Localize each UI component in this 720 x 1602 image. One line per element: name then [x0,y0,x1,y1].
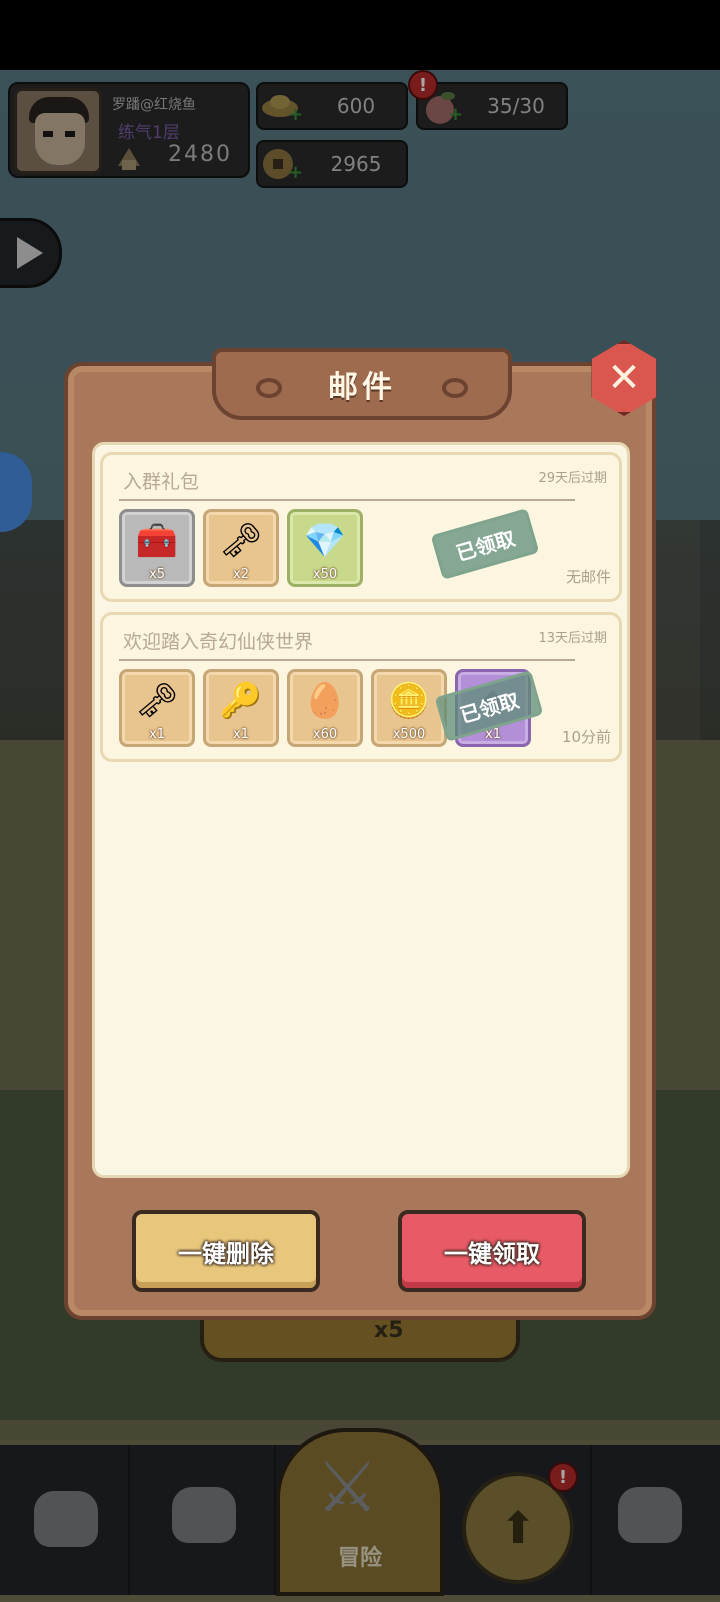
claim-all-button[interactable]: 一键领取 [398,1210,586,1292]
crystal-icon: 💎 [303,520,347,561]
reward-item[interactable]: 🔑 x1 [203,669,279,747]
mail-item[interactable]: 入群礼包 29天后过期 🧰 x5 🗝 x2 💎 x50 已领取 无邮件 [100,452,622,602]
lock-icon [172,1487,236,1543]
close-icon: ✕ [607,355,641,401]
lock-icon [618,1487,682,1543]
nav-slot-2[interactable] [130,1445,276,1595]
item-count: x500 [392,727,426,742]
item-count: x1 [149,727,165,742]
avatar[interactable] [14,88,102,174]
mail-item[interactable]: 欢迎踏入奇幻仙侠世界 13天后过期 🗝 x1 🔑 x1 🥚 x60 🪙 x500… [100,612,622,762]
nav-slot-1[interactable] [0,1445,130,1595]
stamina-resource[interactable]: + 35/30 [416,82,568,130]
reward-item[interactable]: 💎 x50 [287,509,363,587]
play-icon [17,237,43,269]
player-name: 罗蹯@红烧鱼 [112,97,196,113]
key-icon: 🗝 [219,520,263,561]
combat-power: 2480 [168,142,232,167]
mail-expire-time: 13天后过期 [538,631,607,646]
stamina-alert-icon: ! [408,70,438,100]
coin-value: 2965 [330,152,382,176]
key-icon: 🗝 [135,680,179,721]
helmet-icon [118,148,140,170]
divider [119,659,575,661]
mail-title: 欢迎踏入奇幻仙侠世界 [123,631,314,653]
egg-icon: 🥚 [303,680,347,721]
behind-button-label: x5 [374,1318,404,1343]
gold-resource[interactable]: + 600 [256,82,408,130]
key-icon: 🔑 [219,680,263,721]
reward-items: 🧰 x5 🗝 x2 💎 x50 [119,509,363,587]
gold-value: 600 [336,94,376,118]
item-count: x50 [312,567,338,582]
crossed-swords-icon: ⚔ [316,1446,379,1528]
nav-slot-5[interactable] [590,1445,720,1595]
reward-item[interactable]: 🥚 x60 [287,669,363,747]
upgrade-alert-icon: ! [548,1462,578,1492]
item-count: x60 [312,727,338,742]
dialog-title: 邮件 [328,370,396,405]
claimed-stamp: 已领取 [430,508,540,580]
add-gold-icon[interactable]: + [288,104,303,125]
item-count: x2 [233,567,249,582]
add-stamina-icon[interactable]: + [448,104,463,125]
item-count: x1 [233,727,249,742]
gold-ingot-icon: 🪙 [387,680,431,721]
lock-icon [34,1491,98,1547]
reward-item[interactable]: 🪙 x500 [371,669,447,747]
mail-title: 入群礼包 [123,471,200,493]
add-coin-icon[interactable]: + [288,162,303,183]
delete-all-button[interactable]: 一键删除 [132,1210,320,1292]
divider [119,499,575,501]
mail-status: 无邮件 [565,568,611,586]
stamina-value: 35/30 [487,94,545,118]
up-arrow-icon: ⬆ [499,1502,537,1554]
mail-expire-time: 29天后过期 [538,471,607,486]
item-count: x5 [149,567,165,582]
mail-status: 10分前 [561,728,611,746]
chest-icon: 🧰 [135,520,179,561]
coin-resource[interactable]: + 2965 [256,140,408,188]
mail-title-plate: 邮件 [212,348,512,420]
player-profile[interactable]: 罗蹯@红烧鱼 练气1层 2480 [8,82,250,178]
reward-item[interactable]: 🧰 x5 [119,509,195,587]
adventure-label: 冒险 [337,1546,382,1571]
reward-item[interactable]: 🗝 x2 [203,509,279,587]
reward-item[interactable]: 🗝 x1 [119,669,195,747]
adventure-tab[interactable]: ⚔ 冒险 [276,1428,444,1596]
player-realm: 练气1层 [118,123,180,143]
